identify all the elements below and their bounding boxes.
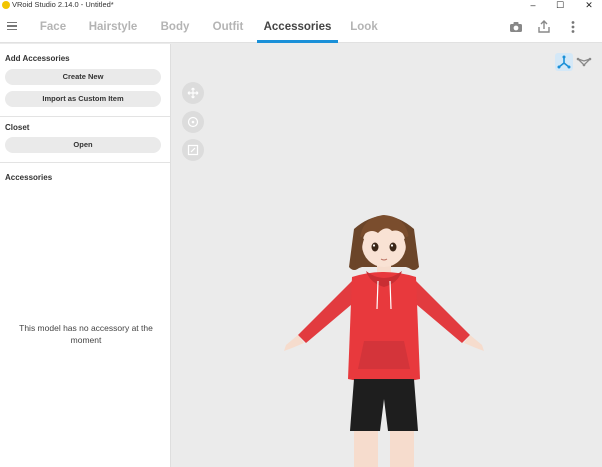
mesh-mode-toggle[interactable] [575,53,593,71]
section-divider [0,162,170,163]
left-panel: Add Accessories Create New Import as Cus… [0,44,171,467]
active-tab-indicator [257,40,338,43]
menu-icon[interactable] [7,22,17,31]
zoom-view-icon [187,144,199,156]
close-button[interactable]: ✕ [578,0,600,11]
add-accessories-title: Add Accessories [5,54,70,63]
tab-face[interactable]: Face [36,11,70,43]
camera-icon[interactable] [508,19,524,35]
move-view-icon [187,87,199,99]
import-custom-item-button[interactable]: Import as Custom Item [5,91,161,107]
tab-look[interactable]: Look [347,11,381,43]
closet-title: Closet [5,123,30,132]
character-model[interactable] [274,209,494,467]
zoom-view-button[interactable] [182,139,204,161]
rotate-view-button[interactable] [182,111,204,133]
move-view-button[interactable] [182,82,204,104]
window-title: VRoid Studio 2.14.0 - Untitled* [12,0,114,9]
accessories-title: Accessories [5,173,53,182]
export-icon[interactable] [536,19,552,35]
closet-open-button[interactable]: Open [5,137,161,153]
title-bar: VRoid Studio 2.14.0 - Untitled* – ☐ ✕ [0,0,602,11]
more-vertical-icon[interactable] [565,19,581,35]
tab-bar: Face Hairstyle Body Outfit Accessories L… [0,11,602,43]
maximize-button[interactable]: ☐ [549,0,571,11]
mesh-mode-icon [576,57,592,67]
pose-mode-toggle[interactable] [555,53,573,71]
tab-hairstyle[interactable]: Hairstyle [86,11,140,43]
minimize-button[interactable]: – [522,0,544,11]
section-divider [0,116,170,117]
vroid-logo-icon [2,1,10,9]
rotate-view-icon [187,116,199,128]
empty-accessories-message: This model has no accessory at the momen… [19,323,153,345]
pose-mode-icon [557,55,571,69]
tab-outfit[interactable]: Outfit [208,11,248,43]
tab-body[interactable]: Body [158,11,192,43]
create-new-button[interactable]: Create New [5,69,161,85]
tab-accessories[interactable]: Accessories [257,11,338,43]
3d-viewport[interactable] [172,44,602,467]
